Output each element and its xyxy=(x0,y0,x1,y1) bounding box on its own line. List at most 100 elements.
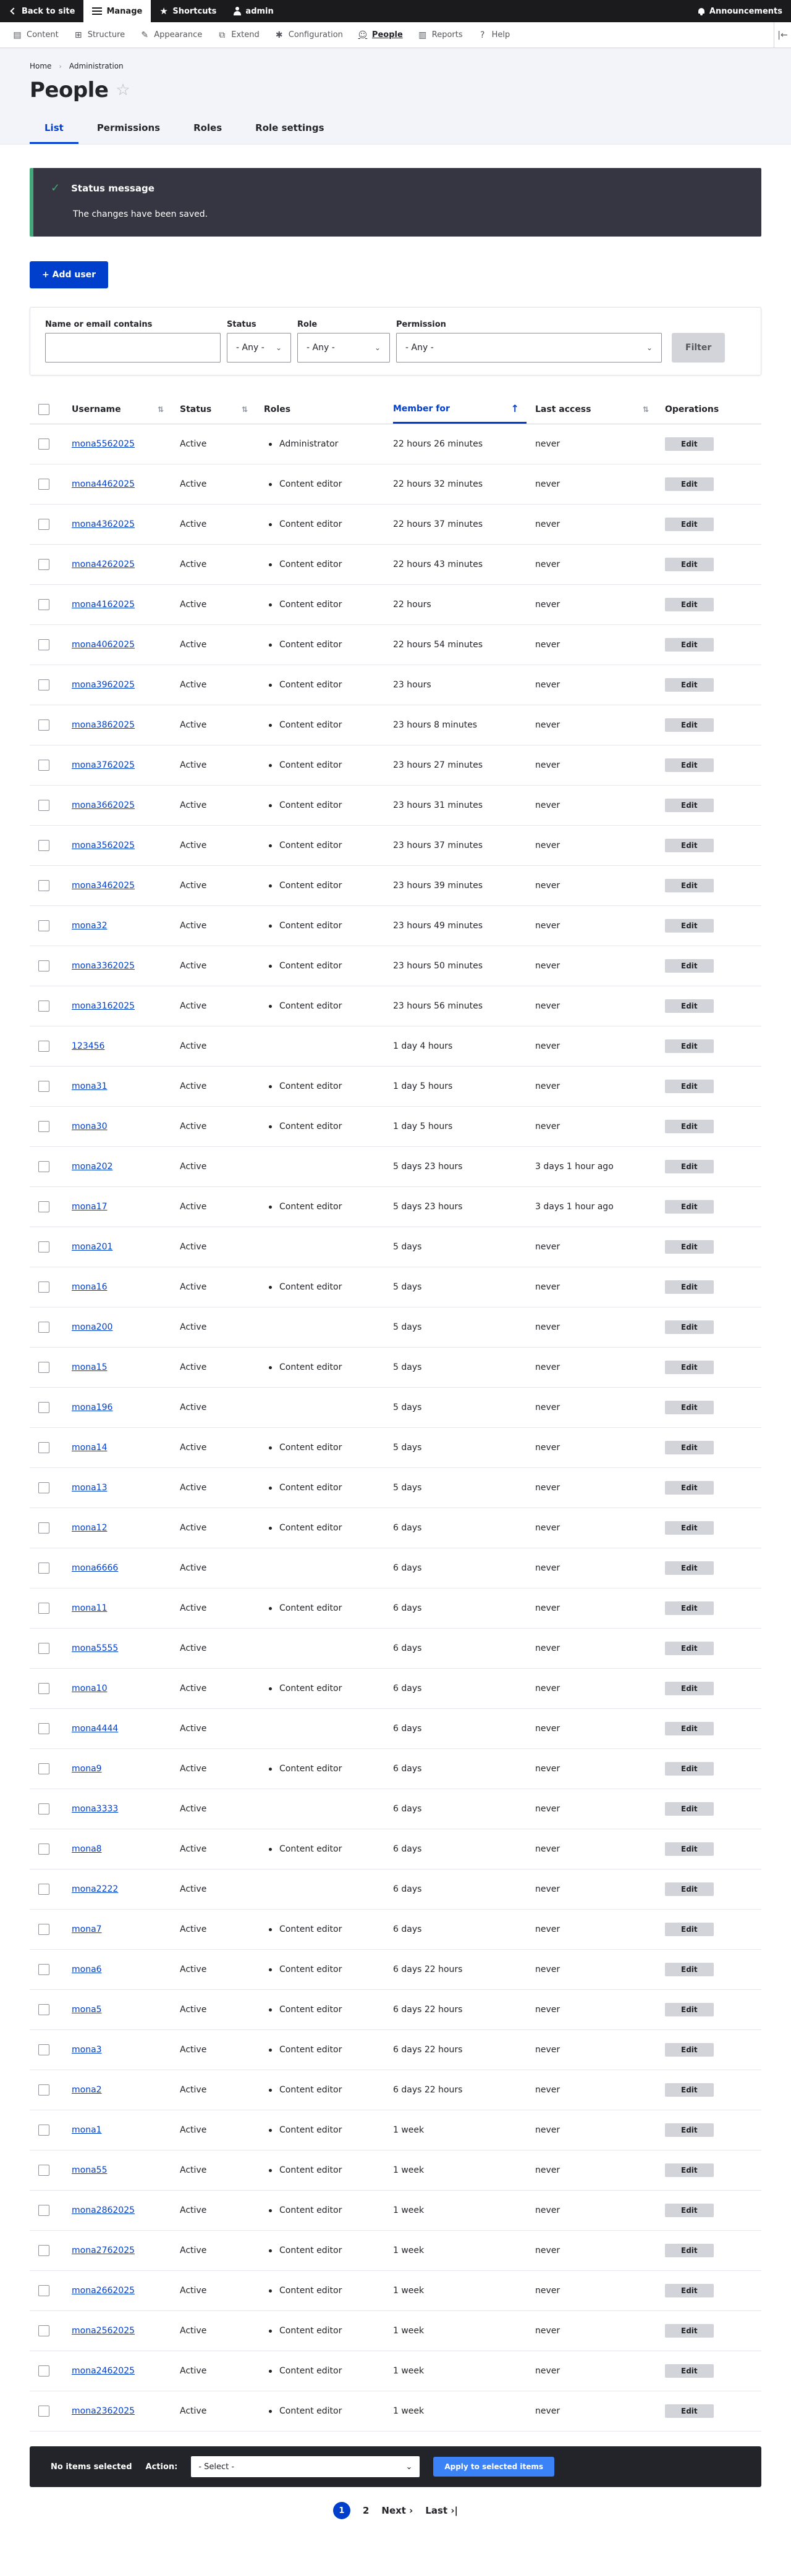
last-access-header[interactable]: Last access ⇅ xyxy=(527,395,656,424)
edit-button[interactable]: Edit xyxy=(665,1762,714,1776)
filter-button[interactable]: Filter xyxy=(672,333,725,363)
username-link[interactable]: mona5555 xyxy=(72,1643,118,1653)
pager-page-2[interactable]: 2 xyxy=(363,2505,369,2516)
pager-current-page[interactable]: 1 xyxy=(332,2502,350,2519)
row-checkbox[interactable] xyxy=(38,1081,49,1092)
username-link[interactable]: mona2362025 xyxy=(72,2406,135,2416)
edit-button[interactable]: Edit xyxy=(665,1401,714,1414)
edit-button[interactable]: Edit xyxy=(665,1963,714,1976)
edit-button[interactable]: Edit xyxy=(665,799,714,812)
edit-button[interactable]: Edit xyxy=(665,1481,714,1495)
username-link[interactable]: mona2862025 xyxy=(72,2205,135,2215)
username-link[interactable]: mona2462025 xyxy=(72,2366,135,2376)
tab-permissions[interactable]: Permissions xyxy=(82,116,175,144)
menu-item-structure[interactable]: ⊞ Structure xyxy=(66,22,132,48)
username-link[interactable]: 123456 xyxy=(72,1041,104,1051)
row-checkbox[interactable] xyxy=(38,1763,49,1774)
row-checkbox[interactable] xyxy=(38,2325,49,2336)
row-checkbox[interactable] xyxy=(38,2365,49,2377)
username-link[interactable]: mona3562025 xyxy=(72,841,135,850)
username-link[interactable]: mona5562025 xyxy=(72,439,135,449)
edit-button[interactable]: Edit xyxy=(665,1320,714,1334)
username-link[interactable]: mona3462025 xyxy=(72,881,135,891)
username-link[interactable]: mona3162025 xyxy=(72,1001,135,1011)
username-link[interactable]: mona5 xyxy=(72,2005,102,2015)
username-link[interactable]: mona6 xyxy=(72,1965,102,1974)
edit-button[interactable]: Edit xyxy=(665,1642,714,1655)
row-checkbox[interactable] xyxy=(38,2125,49,2136)
username-link[interactable]: mona2222 xyxy=(72,1884,118,1894)
row-checkbox[interactable] xyxy=(38,880,49,891)
username-link[interactable]: mona2662025 xyxy=(72,2286,135,2296)
edit-button[interactable]: Edit xyxy=(665,1601,714,1615)
tab-list[interactable]: List xyxy=(30,116,78,144)
username-link[interactable]: mona14 xyxy=(72,1443,107,1453)
row-checkbox[interactable] xyxy=(38,1723,49,1734)
row-checkbox[interactable] xyxy=(38,438,49,450)
edit-button[interactable]: Edit xyxy=(665,2324,714,2338)
row-checkbox[interactable] xyxy=(38,1241,49,1252)
username-link[interactable]: mona3 xyxy=(72,2045,102,2055)
select-all-checkbox[interactable] xyxy=(38,404,49,415)
edit-button[interactable]: Edit xyxy=(665,758,714,772)
row-checkbox[interactable] xyxy=(38,2084,49,2096)
username-link[interactable]: mona4362025 xyxy=(72,519,135,529)
row-checkbox[interactable] xyxy=(38,1643,49,1654)
edit-button[interactable]: Edit xyxy=(665,1682,714,1695)
edit-button[interactable]: Edit xyxy=(665,2204,714,2217)
username-link[interactable]: mona4462025 xyxy=(72,479,135,489)
edit-button[interactable]: Edit xyxy=(665,2364,714,2378)
edit-button[interactable]: Edit xyxy=(665,2123,714,2137)
username-link[interactable]: mona2562025 xyxy=(72,2326,135,2336)
row-checkbox[interactable] xyxy=(38,1683,49,1694)
status-header[interactable]: Status ⇅ xyxy=(171,395,255,424)
row-checkbox[interactable] xyxy=(38,599,49,610)
edit-button[interactable]: Edit xyxy=(665,1722,714,1735)
edit-button[interactable]: Edit xyxy=(665,1361,714,1374)
username-link[interactable]: mona16 xyxy=(72,1282,107,1292)
row-checkbox[interactable] xyxy=(38,800,49,811)
row-checkbox[interactable] xyxy=(38,519,49,530)
row-checkbox[interactable] xyxy=(38,1563,49,1574)
shortcuts-tab[interactable]: ★ Shortcuts xyxy=(151,0,225,22)
username-link[interactable]: mona3362025 xyxy=(72,961,135,971)
row-checkbox[interactable] xyxy=(38,1322,49,1333)
edit-button[interactable]: Edit xyxy=(665,879,714,892)
row-checkbox[interactable] xyxy=(38,2406,49,2417)
row-checkbox[interactable] xyxy=(38,1603,49,1614)
row-checkbox[interactable] xyxy=(38,1041,49,1052)
row-checkbox[interactable] xyxy=(38,840,49,851)
username-link[interactable]: mona4062025 xyxy=(72,640,135,650)
tab-roles[interactable]: Roles xyxy=(179,116,237,144)
member-for-header[interactable]: Member for ↑ xyxy=(384,395,527,424)
pager-last[interactable]: Last ›| xyxy=(425,2505,458,2516)
back-to-site-link[interactable]: Back to site xyxy=(0,0,83,22)
username-link[interactable]: mona10 xyxy=(72,1684,107,1693)
menu-item-extend[interactable]: ⧉ Extend xyxy=(209,22,267,48)
row-checkbox[interactable] xyxy=(38,960,49,971)
breadcrumb-home[interactable]: Home xyxy=(30,62,51,70)
username-link[interactable]: mona201 xyxy=(72,1242,112,1252)
edit-button[interactable]: Edit xyxy=(665,1441,714,1454)
row-checkbox[interactable] xyxy=(38,1201,49,1212)
row-checkbox[interactable] xyxy=(38,2165,49,2176)
manage-tab[interactable]: Manage xyxy=(83,0,151,22)
username-link[interactable]: mona196 xyxy=(72,1403,112,1412)
edit-button[interactable]: Edit xyxy=(665,2083,714,2097)
username-link[interactable]: mona7 xyxy=(72,1924,102,1934)
username-link[interactable]: mona2 xyxy=(72,2085,102,2095)
username-link[interactable]: mona31 xyxy=(72,1081,107,1091)
breadcrumb-administration[interactable]: Administration xyxy=(69,62,124,70)
row-checkbox[interactable] xyxy=(38,1522,49,1533)
row-checkbox[interactable] xyxy=(38,1803,49,1815)
edit-button[interactable]: Edit xyxy=(665,558,714,571)
row-checkbox[interactable] xyxy=(38,2205,49,2216)
row-checkbox[interactable] xyxy=(38,2004,49,2015)
row-checkbox[interactable] xyxy=(38,1924,49,1935)
row-checkbox[interactable] xyxy=(38,639,49,650)
username-link[interactable]: mona30 xyxy=(72,1122,107,1131)
edit-button[interactable]: Edit xyxy=(665,919,714,933)
username-link[interactable]: mona55 xyxy=(72,2165,107,2175)
row-checkbox[interactable] xyxy=(38,2044,49,2055)
role-filter-select[interactable]: - Any - ⌄ xyxy=(297,333,390,363)
